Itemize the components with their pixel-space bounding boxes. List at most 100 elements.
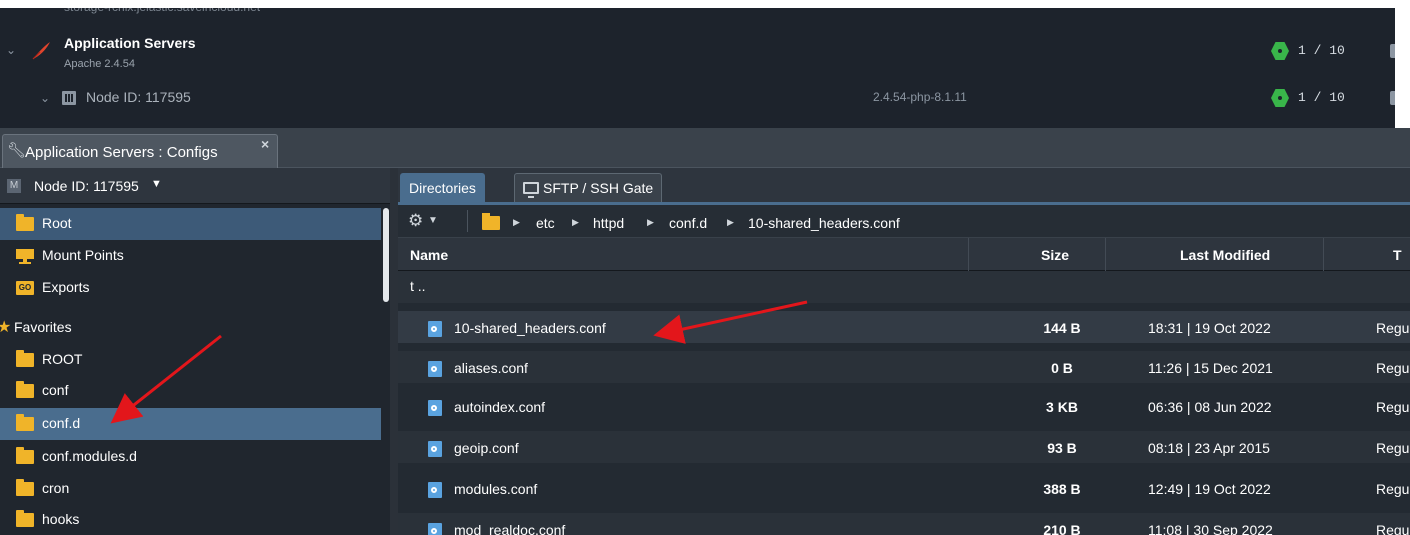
file-size: 210 B <box>1043 522 1081 535</box>
apache-feather-icon <box>32 42 50 60</box>
tree-item-favorites[interactable]: ★ Favorites <box>0 312 381 344</box>
table-row[interactable]: autoindex.conf 3 KB 06:36 | 08 Jun 2022 … <box>398 390 1410 422</box>
file-size: 388 B <box>1043 481 1081 497</box>
breadcrumb-separator-icon: ▶ <box>572 217 579 227</box>
top-cutoff <box>0 0 1395 8</box>
file-name[interactable]: modules.conf <box>454 481 537 497</box>
cloudlet-status-icon <box>1271 42 1289 60</box>
tree-item-label: Root <box>42 215 72 231</box>
file-modified: 08:18 | 23 Apr 2015 <box>1148 440 1270 456</box>
table-row[interactable]: aliases.conf 0 B 11:26 | 15 Dec 2021 Reg… <box>398 351 1410 383</box>
breadcrumb-etc[interactable]: etc <box>536 215 555 231</box>
file-type: Regu <box>1376 522 1410 535</box>
node-icon <box>62 91 76 105</box>
tree-item-exports[interactable]: GO Exports <box>0 272 381 304</box>
file-modified: 06:36 | 08 Jun 2022 <box>1148 399 1272 415</box>
table-row[interactable]: mod_realdoc.conf 210 B 11:08 | 30 Sep 20… <box>398 513 1410 535</box>
chevron-down-icon[interactable]: ⌄ <box>6 43 16 57</box>
config-file-icon <box>428 321 442 337</box>
mount-points-icon <box>16 249 34 264</box>
tree-scrollbar[interactable] <box>383 208 389 302</box>
tab-sftp-ssh-gate[interactable]: SFTP / SSH Gate <box>514 173 663 202</box>
file-type: Regu <box>1376 360 1410 376</box>
window-tab-strip: 🔧︎ Application Servers : Configs × <box>0 128 1410 168</box>
file-size: 3 KB <box>1046 399 1078 415</box>
directory-tree: M Node ID: 117595 ▼ Root Mount Points GO… <box>0 168 390 535</box>
app-servers-title[interactable]: Application Servers <box>64 35 196 51</box>
column-type[interactable]: T <box>1393 247 1402 263</box>
toolbar-divider <box>467 210 468 232</box>
config-file-icon <box>428 400 442 416</box>
tree-item-label: cron <box>42 480 70 496</box>
column-last-modified[interactable]: Last Modified <box>1180 247 1270 263</box>
folder-icon <box>16 510 34 527</box>
column-size[interactable]: Size <box>1041 247 1069 263</box>
breadcrumb-httpd[interactable]: httpd <box>593 215 624 231</box>
table-row[interactable]: modules.conf 388 B 12:49 | 19 Oct 2022 R… <box>398 472 1410 504</box>
file-browser: Directories SFTP / SSH Gate ⚙ ▼ ▶ etc ▶ … <box>390 168 1410 535</box>
cloudlet-status-icon <box>1271 89 1289 107</box>
chevron-down-icon[interactable]: ⌄ <box>40 91 50 105</box>
file-size: 0 B <box>1051 360 1073 376</box>
file-size: 144 B <box>1043 320 1081 336</box>
close-icon[interactable]: × <box>261 136 269 152</box>
folder-icon[interactable] <box>482 213 500 230</box>
node-version: 2.4.54-php-8.1.11 <box>873 90 967 104</box>
breadcrumb-separator-icon: ▶ <box>727 217 734 227</box>
table-row[interactable]: geoip.conf 93 B 08:18 | 23 Apr 2015 Regu <box>398 431 1410 463</box>
folder-icon <box>16 479 34 496</box>
config-file-icon <box>428 361 442 377</box>
tree-item-conf-modules-d[interactable]: conf.modules.d <box>0 441 381 473</box>
tree-item-label: Exports <box>42 279 90 295</box>
settings-icon[interactable] <box>1390 91 1395 105</box>
caret-down-icon[interactable]: ▼ <box>428 215 438 226</box>
file-name[interactable]: geoip.conf <box>454 440 519 456</box>
tree-item-root[interactable]: Root <box>0 208 381 240</box>
column-divider[interactable] <box>968 238 969 271</box>
config-file-icon <box>428 523 442 535</box>
folder-icon <box>16 381 34 398</box>
tree-item-mount-points[interactable]: Mount Points <box>0 240 381 272</box>
node-selector[interactable]: M Node ID: 117595 ▼ <box>0 168 390 204</box>
tree-item-cron[interactable]: cron <box>0 473 381 505</box>
folder-icon <box>16 214 34 231</box>
breadcrumb-current-file[interactable]: 10-shared_headers.conf <box>748 215 900 231</box>
parent-dir-link[interactable]: t .. <box>410 278 426 294</box>
config-file-icon <box>428 482 442 498</box>
tab-directories[interactable]: Directories <box>400 173 485 202</box>
gear-icon[interactable]: ⚙ <box>408 211 423 231</box>
column-divider[interactable] <box>1323 238 1324 271</box>
file-modified: 12:49 | 19 Oct 2022 <box>1148 481 1271 497</box>
folder-icon <box>16 414 34 431</box>
node-cloudlet-count: 1 / 10 <box>1298 90 1345 105</box>
node-type-badge: M <box>7 179 21 193</box>
breadcrumb-separator-icon: ▶ <box>647 217 654 227</box>
file-name[interactable]: aliases.conf <box>454 360 528 376</box>
monitor-icon <box>523 182 539 198</box>
file-type: Regu <box>1376 320 1410 336</box>
file-modified: 18:31 | 19 Oct 2022 <box>1148 320 1271 336</box>
tree-item-hooks[interactable]: hooks <box>0 504 381 535</box>
column-name[interactable]: Name <box>410 247 448 263</box>
file-modified: 11:26 | 15 Dec 2021 <box>1148 360 1273 376</box>
node-id-label[interactable]: Node ID: 117595 <box>86 89 191 105</box>
file-size: 93 B <box>1047 440 1077 456</box>
table-row[interactable]: 10-shared_headers.conf 144 B 18:31 | 19 … <box>398 311 1410 343</box>
tree-item-conf-d[interactable]: conf.d <box>0 408 381 440</box>
file-name[interactable]: 10-shared_headers.conf <box>454 320 606 336</box>
tree-item-conf[interactable]: conf <box>0 375 381 407</box>
tab-configs-label: Application Servers : Configs <box>25 144 218 161</box>
file-name[interactable]: mod_realdoc.conf <box>454 522 565 535</box>
file-name[interactable]: autoindex.conf <box>454 399 545 415</box>
column-divider[interactable] <box>1105 238 1106 271</box>
tab-configs[interactable]: 🔧︎ Application Servers : Configs × <box>2 134 278 168</box>
tree-item-label: Mount Points <box>42 247 124 263</box>
settings-icon[interactable] <box>1390 44 1395 58</box>
table-row-parent[interactable]: t .. <box>398 271 1410 303</box>
file-type: Regu <box>1376 481 1410 497</box>
node-selector-label: Node ID: 117595 <box>34 178 139 194</box>
caret-down-icon: ▼ <box>151 178 162 190</box>
breadcrumb-conf-d[interactable]: conf.d <box>669 215 707 231</box>
tree-item-root-dir[interactable]: ROOT <box>0 344 381 376</box>
file-type: Regu <box>1376 399 1410 415</box>
